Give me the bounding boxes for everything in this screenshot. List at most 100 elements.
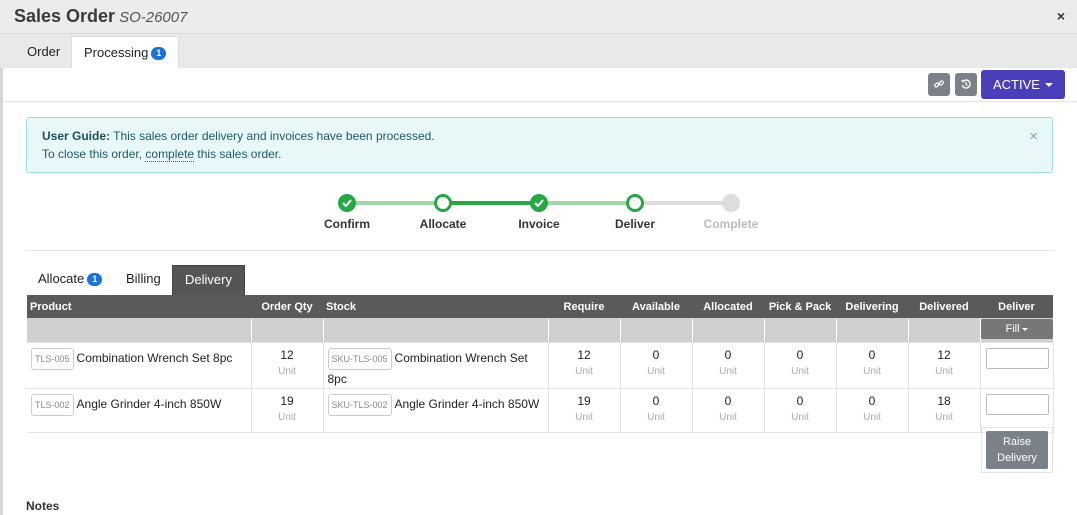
pick-pack-value: 0 xyxy=(796,347,804,362)
order-qty-cell: 12 Unit xyxy=(251,342,324,389)
unit-label: Unit xyxy=(575,411,593,423)
delivering-value: 0 xyxy=(868,393,876,408)
filter-cell: Fill xyxy=(980,318,1054,343)
delivering-cell: 0 Unit xyxy=(836,388,909,433)
deliver-cell xyxy=(980,342,1054,389)
table-header-row: Product Order Qty Stock Require Availabl… xyxy=(27,295,1053,318)
delivery-table: Product Order Qty Stock Require Availabl… xyxy=(27,295,1054,433)
guide-line2-after: this sales order. xyxy=(194,147,282,161)
subtab-allocate-label: Allocate xyxy=(38,271,85,286)
section-divider xyxy=(26,250,1054,251)
require-value: 19 xyxy=(577,393,591,408)
delivered-value: 12 xyxy=(937,347,951,362)
tab-processing-badge: 1 xyxy=(151,47,167,61)
step-connector xyxy=(443,201,539,205)
step-allocate-label: Allocate xyxy=(419,217,467,231)
title-text: Sales Order xyxy=(14,6,116,26)
stock-cell: SKU-TLS-005 Combination Wrench Set 8pc xyxy=(323,342,549,389)
order-qty-value: 19 xyxy=(280,393,294,408)
stock-code: SKU-TLS-002 xyxy=(327,393,392,416)
step-deliver-dot xyxy=(626,194,644,212)
unit-label: Unit xyxy=(647,411,665,423)
product-code: TLS-002 xyxy=(31,393,74,416)
titlebar: Sales Order SO-26007 × xyxy=(0,0,1077,34)
col-header-allocated: Allocated xyxy=(692,295,764,318)
fill-label: Fill xyxy=(1005,323,1020,335)
col-header-order-qty: Order Qty xyxy=(251,295,323,318)
filter-cell xyxy=(908,318,981,343)
order-number: SO-26007 xyxy=(119,9,188,26)
step-connector xyxy=(635,201,731,205)
available-cell: 0 Unit xyxy=(620,388,693,433)
step-complete-dot xyxy=(722,194,740,212)
allocated-cell: 0 Unit xyxy=(692,342,765,389)
product-cell: TLS-002 Angle Grinder 4-inch 850W xyxy=(27,388,252,433)
order-qty-cell: 19 Unit xyxy=(251,388,324,433)
col-header-deliver: Deliver xyxy=(980,295,1053,318)
step-connector xyxy=(539,201,635,205)
col-header-pick-pack: Pick & Pack xyxy=(764,295,836,318)
notes-heading: Notes xyxy=(26,499,60,513)
require-cell: 19 Unit xyxy=(548,388,621,433)
filter-cell xyxy=(692,318,765,343)
filter-cell xyxy=(251,318,324,343)
filter-cell xyxy=(27,318,252,343)
status-dropdown-button[interactable]: ACTIVE xyxy=(981,70,1065,99)
tab-order-label: Order xyxy=(27,44,61,59)
product-name: Combination Wrench Set 8pc xyxy=(76,350,233,365)
tab-order[interactable]: Order xyxy=(15,36,72,68)
unit-label: Unit xyxy=(278,411,296,423)
pick-pack-cell: 0 Unit xyxy=(764,388,837,433)
unit-label: Unit xyxy=(935,411,953,423)
available-value: 0 xyxy=(652,347,660,362)
step-invoice-dot xyxy=(530,194,548,212)
guide-text-line2: To close this order, complete this sales… xyxy=(42,147,282,162)
deliver-qty-input[interactable] xyxy=(985,347,1049,369)
subtab-delivery[interactable]: Delivery xyxy=(172,265,245,295)
subtab-allocate[interactable]: Allocate 1 xyxy=(26,265,114,295)
sales-order-window: Sales Order SO-26007 × Order Processing 1 … xyxy=(0,0,1077,515)
col-header-product: Product xyxy=(27,295,251,318)
guide-message: This sales order delivery and invoices h… xyxy=(110,129,435,143)
raise-label-2: Delivery xyxy=(997,452,1037,464)
filter-cell xyxy=(548,318,621,343)
delivered-cell: 12 Unit xyxy=(908,342,981,389)
unit-label: Unit xyxy=(863,411,881,423)
product-code: TLS-005 xyxy=(31,347,74,370)
main-tabs: Order Processing 1 xyxy=(0,34,1077,68)
stock-code: SKU-TLS-005 xyxy=(327,347,392,370)
require-value: 12 xyxy=(577,347,591,362)
deliver-qty-input[interactable] xyxy=(985,393,1049,415)
step-deliver-label: Deliver xyxy=(614,217,656,231)
product-cell: TLS-005 Combination Wrench Set 8pc xyxy=(27,342,252,389)
subtab-allocate-badge: 1 xyxy=(87,273,103,287)
raise-delivery-button[interactable]: Raise Delivery xyxy=(986,431,1048,469)
stock-cell: SKU-TLS-002 Angle Grinder 4-inch 850W xyxy=(323,388,549,433)
guide-line2-before: To close this order, xyxy=(42,147,146,161)
step-allocate-dot xyxy=(434,194,452,212)
order-progress-stepper: Confirm Allocate Invoice Deliver Complet… xyxy=(0,190,1077,240)
close-icon[interactable]: × xyxy=(1057,8,1065,24)
deliver-cell xyxy=(980,388,1054,433)
link-button[interactable] xyxy=(928,73,950,96)
unit-label: Unit xyxy=(935,365,953,377)
raise-label-1: Raise xyxy=(1002,436,1032,448)
delivering-cell: 0 Unit xyxy=(836,342,909,389)
subtab-billing[interactable]: Billing xyxy=(114,265,173,295)
order-qty-value: 12 xyxy=(280,347,294,362)
guide-close-icon[interactable]: × xyxy=(1029,128,1038,145)
fill-dropdown-button[interactable]: Fill xyxy=(980,319,1053,339)
tab-processing[interactable]: Processing 1 xyxy=(71,36,180,68)
complete-order-link[interactable]: complete xyxy=(145,147,195,162)
filter-cell xyxy=(764,318,837,343)
available-cell: 0 Unit xyxy=(620,342,693,389)
history-button[interactable] xyxy=(955,73,977,96)
guide-prefix: User Guide: xyxy=(42,129,111,143)
step-confirm-dot xyxy=(338,194,356,212)
allocated-value: 0 xyxy=(724,393,732,408)
window-edge xyxy=(0,0,3,515)
history-icon xyxy=(961,79,971,89)
allocated-cell: 0 Unit xyxy=(692,388,765,433)
step-confirm-label: Confirm xyxy=(324,217,370,231)
filter-cell xyxy=(836,318,909,343)
